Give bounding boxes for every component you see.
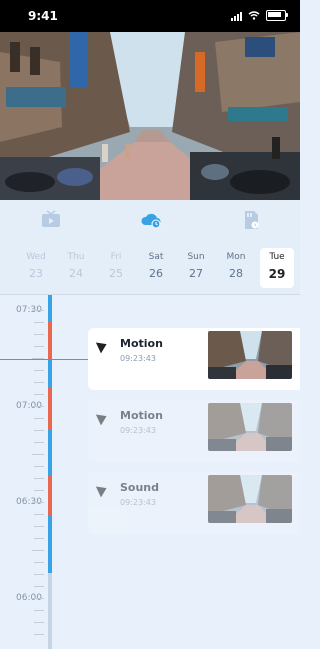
event-thumbnail [208, 475, 292, 523]
tab-live[interactable] [40, 210, 62, 230]
date-day-label: Thu [67, 252, 85, 262]
recording-segment[interactable] [48, 429, 52, 475]
cloud-clock-icon [141, 213, 161, 229]
event-segment[interactable] [48, 475, 52, 515]
event-title: Sound [120, 481, 160, 494]
recording-segment[interactable] [48, 359, 52, 387]
date-item[interactable]: Sun 27 [179, 248, 213, 288]
wifi-icon [248, 11, 260, 20]
event-segment[interactable] [48, 321, 52, 359]
date-item[interactable]: Mon 28 [219, 248, 253, 288]
date-day-label: Sun [187, 252, 205, 262]
date-day-label: Fri [110, 252, 122, 262]
date-item[interactable]: Fri 25 [99, 248, 133, 288]
date-item[interactable]: Sat 26 [139, 248, 173, 288]
date-number: 29 [268, 267, 286, 281]
date-number: 24 [69, 267, 83, 280]
recording-segment[interactable] [48, 515, 52, 573]
date-number: 28 [229, 267, 243, 280]
recording-segment[interactable] [48, 295, 52, 321]
event-title: Motion [120, 409, 163, 422]
date-selector: Wed 23 Thu 24 Fri 25 Sat 26 Sun 27 Mon 2… [0, 242, 300, 295]
view-tab-bar [0, 200, 300, 242]
date-day-label: Mon [226, 252, 246, 262]
event-thumbnail [208, 331, 292, 379]
play-icon [95, 482, 110, 498]
date-number: 26 [149, 267, 163, 280]
current-time-indicator [0, 359, 90, 360]
event-card[interactable]: Sound 09:23:43 [88, 472, 300, 534]
status-time: 9:41 [28, 9, 58, 23]
tab-sd-card[interactable] [240, 210, 262, 230]
signal-icon [231, 11, 242, 21]
date-number: 27 [189, 267, 203, 280]
date-number: 25 [109, 267, 123, 280]
event-title: Motion [120, 337, 163, 350]
camera-video-view[interactable] [0, 32, 300, 200]
date-number: 23 [29, 267, 43, 280]
tab-cloud[interactable] [140, 210, 162, 230]
play-icon [95, 410, 110, 426]
date-item-selected[interactable]: Tue 29 [260, 248, 294, 288]
event-card[interactable]: Motion 09:23:43 [88, 328, 300, 390]
date-day-label: Wed [26, 252, 46, 262]
status-icons [231, 10, 288, 21]
event-time: 09:23:43 [120, 426, 156, 435]
empty-segment [48, 573, 52, 649]
street-scene-image [0, 32, 300, 200]
status-bar: 9:41 [0, 0, 300, 32]
event-segment[interactable] [48, 387, 52, 429]
date-item[interactable]: Thu 24 [59, 248, 93, 288]
play-icon [95, 338, 110, 354]
battery-icon [266, 10, 288, 21]
event-time: 09:23:43 [120, 354, 156, 363]
date-item[interactable]: Wed 23 [19, 248, 53, 288]
tv-icon [42, 210, 60, 227]
date-day-label: Sat [148, 252, 164, 262]
event-time: 09:23:43 [120, 498, 156, 507]
event-thumbnail [208, 403, 292, 451]
event-timeline[interactable]: 07:30 07:00 06:30 06:00 Motion 09:23:43 … [0, 295, 300, 649]
date-day-label: Tue [269, 252, 285, 262]
sd-card-icon [245, 211, 259, 229]
event-card[interactable]: Motion 09:23:43 [88, 400, 300, 462]
